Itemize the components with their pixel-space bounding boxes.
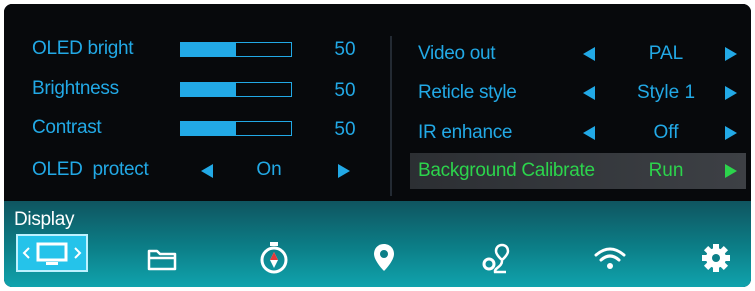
display-icon[interactable] xyxy=(16,234,88,272)
next-arrow-icon[interactable] xyxy=(338,164,350,178)
setting-label: Contrast xyxy=(32,117,102,138)
column-divider xyxy=(390,36,392,196)
previous-arrow-icon[interactable] xyxy=(201,164,213,178)
wifi-icon[interactable] xyxy=(590,238,630,278)
route-icon[interactable] xyxy=(477,238,517,278)
setting-label: Brightness xyxy=(32,78,119,99)
slider-fill xyxy=(181,43,236,56)
folder-icon[interactable] xyxy=(142,238,182,278)
setting-label: OLED protect xyxy=(32,159,149,180)
previous-arrow-icon[interactable] xyxy=(583,47,595,61)
setting-value: On xyxy=(256,159,282,180)
setting-value: 50 xyxy=(334,80,356,101)
setting-value: Off xyxy=(653,122,679,143)
setting-label: OLED bright xyxy=(32,38,134,59)
setting-label: Video out xyxy=(418,43,496,64)
slider-fill xyxy=(181,122,236,135)
oled-bright-slider[interactable] xyxy=(180,42,292,57)
run-action-button[interactable]: Run xyxy=(628,160,704,182)
previous-arrow-icon[interactable] xyxy=(583,126,595,140)
active-tab-label: Display xyxy=(14,209,75,230)
next-arrow-icon[interactable] xyxy=(725,47,737,61)
previous-arrow-icon[interactable] xyxy=(583,86,595,100)
setting-value: 50 xyxy=(334,119,356,140)
setting-label: Reticle style xyxy=(418,82,517,103)
setting-value: Style 1 xyxy=(636,82,696,103)
setting-label: Background Calibrate xyxy=(418,160,595,181)
gear-icon[interactable] xyxy=(696,238,736,278)
setting-label: IR enhance xyxy=(418,122,513,143)
next-arrow-icon[interactable] xyxy=(725,126,737,140)
settings-panel: OLED bright 50 Brightness 50 Contrast 50… xyxy=(4,4,751,201)
slider-fill xyxy=(181,83,236,96)
setting-value: PAL xyxy=(648,43,684,64)
brightness-slider[interactable] xyxy=(180,82,292,97)
compass-icon[interactable] xyxy=(254,238,294,278)
next-arrow-icon[interactable] xyxy=(725,164,737,178)
location-pin-icon[interactable] xyxy=(364,238,404,278)
contrast-slider[interactable] xyxy=(180,121,292,136)
next-arrow-icon[interactable] xyxy=(725,86,737,100)
setting-value: 50 xyxy=(334,39,356,60)
